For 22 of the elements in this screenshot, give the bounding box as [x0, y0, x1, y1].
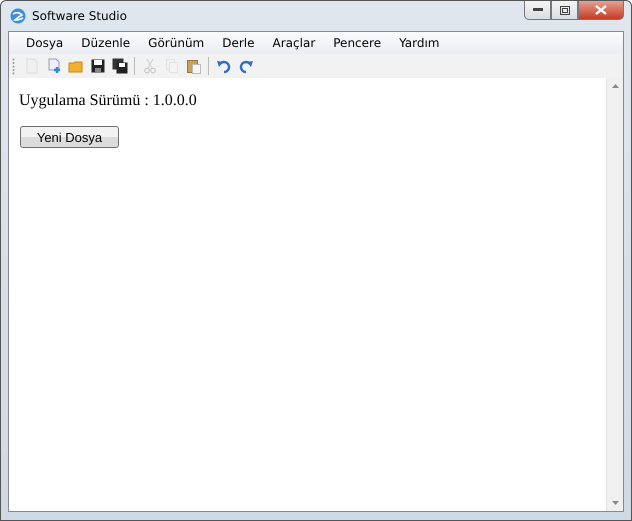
toolbar-grip	[12, 57, 15, 75]
menu-item[interactable]: Derle	[213, 36, 264, 50]
version-label: Uygulama Sürümü : 1.0.0.0	[19, 92, 197, 110]
menu-item[interactable]: Düzenle	[72, 36, 140, 50]
minimize-button[interactable]	[524, 1, 551, 20]
new-file-button[interactable]: Yeni Dosya	[20, 126, 119, 148]
close-button[interactable]	[578, 1, 624, 20]
maximize-button[interactable]	[551, 1, 578, 20]
window-title: Software Studio	[32, 9, 128, 23]
menu-item[interactable]: Dosya	[17, 36, 72, 50]
minimize-icon[interactable]	[532, 8, 542, 12]
globe-icon	[10, 8, 26, 24]
scroll-down-icon[interactable]	[612, 501, 618, 505]
save-all-icon[interactable]	[110, 56, 129, 76]
menu-item[interactable]: Yardım	[390, 36, 448, 50]
close-icon[interactable]	[595, 5, 607, 15]
menu-item[interactable]: Pencere	[324, 36, 390, 50]
menu-item[interactable]: Görünüm	[139, 36, 214, 50]
menu-item[interactable]: Araçlar	[264, 36, 324, 50]
vertical-scrollbar[interactable]	[606, 78, 623, 511]
maximize-icon[interactable]	[560, 6, 570, 14]
scroll-up-icon[interactable]	[612, 84, 618, 88]
